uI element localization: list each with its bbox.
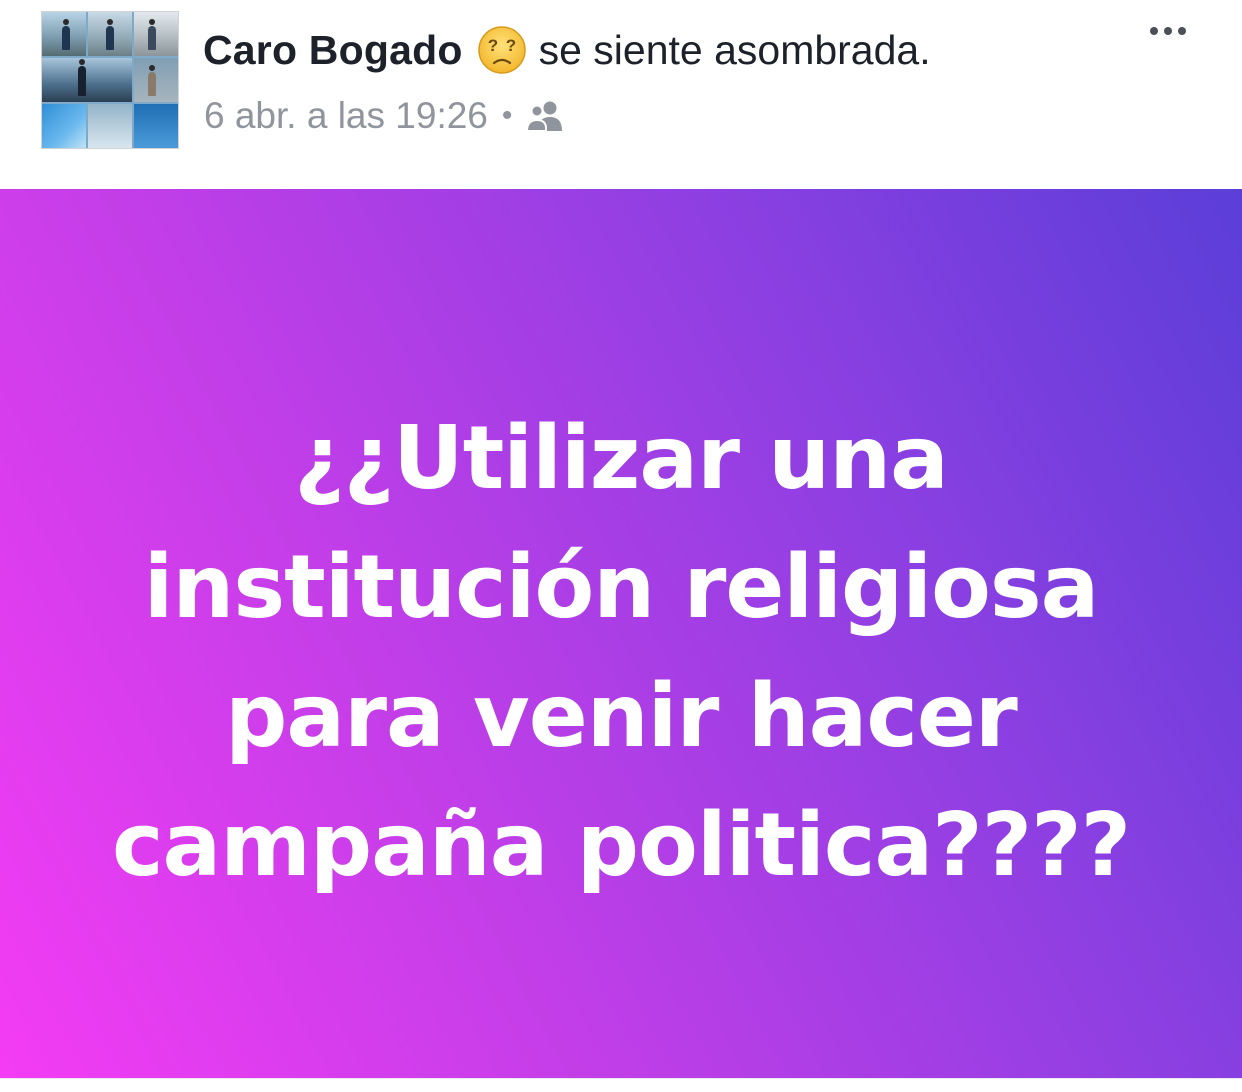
- person-figure: [148, 65, 156, 96]
- status-line: campaña politica????: [111, 793, 1131, 896]
- more-options-icon: [1150, 27, 1158, 35]
- avatar-collage-tile: [88, 12, 132, 56]
- post-header: Caro Bogado ? ? se siente asombrada. 6 a…: [0, 0, 1242, 188]
- svg-text:?: ?: [487, 36, 497, 55]
- feeling-text: se siente asombrada.: [538, 26, 931, 73]
- more-options-button[interactable]: [1140, 16, 1196, 46]
- person-figure: [148, 19, 156, 50]
- avatar-collage-tile: [42, 58, 132, 102]
- astonished-face-emoji-icon: ? ?: [477, 25, 527, 75]
- friends-audience-icon[interactable]: [524, 99, 566, 133]
- more-options-icon: [1178, 27, 1186, 35]
- avatar-collage-tile: [134, 104, 178, 148]
- avatar-collage-tile: [88, 104, 132, 148]
- status-background-canvas[interactable]: ¿¿Utilizar una institución religiosa par…: [0, 189, 1242, 1078]
- facebook-post: Caro Bogado ? ? se siente asombrada. 6 a…: [0, 0, 1242, 1092]
- profile-avatar[interactable]: [41, 11, 179, 149]
- status-line: institución religiosa: [143, 535, 1100, 638]
- avatar-collage-tile: [134, 58, 178, 102]
- person-figure: [106, 19, 114, 50]
- avatar-collage-tile: [134, 12, 178, 56]
- person-figure: [78, 59, 86, 96]
- status-line: ¿¿Utilizar una: [294, 406, 949, 509]
- avatar-collage-tile: [42, 12, 86, 56]
- post-meta-line: 6 abr. a las 19:26 •: [204, 92, 566, 140]
- person-figure: [62, 19, 70, 50]
- status-line: para venir hacer: [225, 664, 1018, 767]
- author-name-link[interactable]: Caro Bogado: [203, 27, 463, 74]
- status-message: ¿¿Utilizar una institución religiosa par…: [111, 394, 1131, 910]
- post-bottom-divider: [0, 1078, 1242, 1092]
- more-options-icon: [1164, 27, 1172, 35]
- meta-separator: •: [501, 99, 513, 132]
- post-timestamp-link[interactable]: 6 abr. a las 19:26: [204, 95, 488, 137]
- svg-text:?: ?: [505, 36, 515, 55]
- post-title-line: Caro Bogado ? ? se siente asombrada.: [203, 20, 931, 80]
- avatar-collage-tile: [42, 104, 86, 148]
